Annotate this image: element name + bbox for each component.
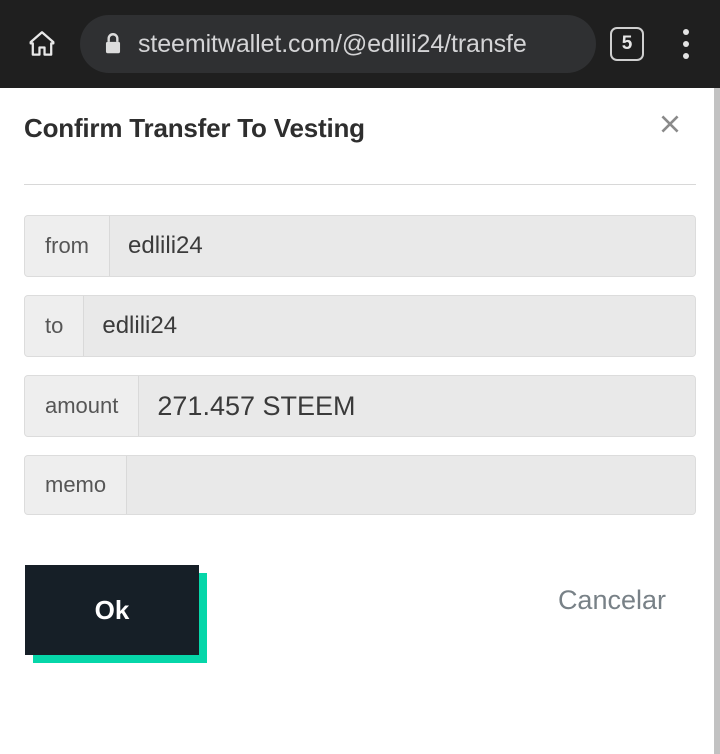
overflow-menu-button[interactable] [666, 20, 706, 68]
browser-toolbar: steemitwallet.com/@edlili24/transfe 5 [0, 0, 720, 88]
confirm-transfer-dialog: Confirm Transfer To Vesting from edlili2… [0, 88, 720, 665]
dialog-actions: Ok Cancelar [24, 565, 696, 665]
field-label-to: to [25, 296, 85, 356]
header-divider [24, 184, 696, 185]
field-value-amount: 271.457 STEEM [139, 376, 695, 436]
close-icon [661, 115, 679, 133]
field-value-from: edlili24 [110, 216, 695, 276]
scrollbar-thumb[interactable] [714, 88, 720, 754]
home-icon [29, 31, 55, 56]
url-text: steemitwallet.com/@edlili24/transfe [138, 29, 527, 58]
ok-button-wrapper: Ok [25, 565, 207, 663]
tab-switcher-button[interactable]: 5 [610, 27, 644, 61]
overflow-menu-icon [683, 29, 689, 35]
dialog-header: Confirm Transfer To Vesting [24, 88, 696, 168]
tab-count-label: 5 [621, 33, 633, 54]
lock-icon [102, 31, 124, 57]
home-button[interactable] [14, 16, 70, 72]
close-button[interactable] [650, 104, 690, 144]
address-bar[interactable]: steemitwallet.com/@edlili24/transfe [80, 15, 596, 73]
field-row-from: from edlili24 [24, 215, 696, 277]
page-content: Confirm Transfer To Vesting from edlili2… [0, 88, 720, 754]
field-row-memo: memo [24, 455, 696, 515]
cancel-button[interactable]: Cancelar [558, 585, 666, 616]
field-value-to: edlili24 [84, 296, 695, 356]
field-row-to: to edlili24 [24, 295, 696, 357]
field-row-amount: amount 271.457 STEEM [24, 375, 696, 437]
transfer-details-form: from edlili24 to edlili24 amount 271.457… [24, 215, 696, 515]
overflow-menu-icon-dot3 [683, 53, 689, 59]
field-label-amount: amount [25, 376, 140, 436]
overflow-menu-icon-dot2 [683, 41, 689, 47]
ok-button[interactable]: Ok [25, 565, 199, 655]
page-scrollbar[interactable] [714, 88, 720, 754]
field-label-memo: memo [25, 456, 128, 514]
page-title: Confirm Transfer To Vesting [24, 112, 365, 143]
field-value-memo [127, 456, 695, 514]
field-label-from: from [25, 216, 110, 276]
